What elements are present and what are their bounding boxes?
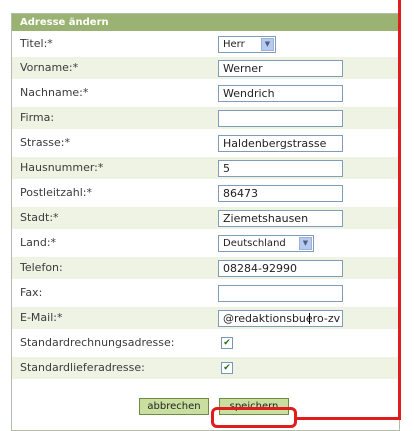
titel-label: Titel:*: [20, 37, 53, 50]
strasse-label: Strasse:*: [20, 136, 70, 149]
nachname-label: Nachname:*: [20, 86, 89, 99]
chevron-down-icon[interactable]: ▼: [299, 237, 312, 250]
stadt-label: Stadt:*: [20, 211, 59, 224]
stadt-input[interactable]: Ziemetshausen: [218, 210, 343, 227]
form-row-postleitzahl: Postleitzahl:* 86473: [12, 182, 399, 204]
highlight-pointer-line: [296, 417, 401, 420]
form-row-stadt: Stadt:* Ziemetshausen: [12, 207, 399, 229]
text-cursor: [309, 313, 310, 324]
hausnummer-input[interactable]: 5: [218, 160, 343, 177]
email-input[interactable]: @redaktionsbuero-zv: [218, 310, 343, 327]
hausnummer-label: Hausnummer:*: [20, 161, 104, 174]
form-row-land: Land:* Deutschland ▼: [12, 232, 399, 254]
standardlieferadresse-label: Standardlieferadresse:: [20, 361, 145, 374]
nachname-input[interactable]: Wendrich: [218, 85, 343, 102]
email-label: E-Mail:*: [20, 311, 63, 324]
standardrechnungsadresse-checkbox[interactable]: ✔: [221, 337, 233, 349]
chevron-down-icon[interactable]: ▼: [261, 38, 274, 51]
telefon-label: Telefon:: [20, 261, 63, 274]
standardlieferadresse-checkbox[interactable]: ✔: [221, 362, 233, 374]
firma-input[interactable]: [218, 110, 343, 127]
postleitzahl-label: Postleitzahl:*: [20, 186, 92, 199]
land-select-value: Deutschland: [223, 238, 286, 249]
firma-label: Firma:: [20, 111, 55, 124]
vorname-label: Vorname:*: [20, 61, 79, 74]
strasse-input[interactable]: Haldenbergstrasse: [218, 135, 343, 152]
postleitzahl-input[interactable]: 86473: [218, 185, 343, 202]
cancel-button[interactable]: abbrechen: [139, 398, 209, 415]
highlight-pointer-line: [398, 0, 401, 420]
form-row-standardrechnungsadresse: Standardrechnungsadresse: ✔: [12, 332, 399, 354]
form-row-vorname: Vorname:* Werner: [12, 57, 399, 79]
form-row-strasse: Strasse:* Haldenbergstrasse: [12, 132, 399, 154]
fax-label: Fax:: [20, 286, 43, 299]
form-title: Adresse ändern: [12, 14, 399, 31]
form-row-firma: Firma:: [12, 107, 399, 129]
email-input-value: @redaktionsbuero-zv: [223, 312, 341, 325]
telefon-input[interactable]: 08284-92990: [218, 260, 343, 277]
land-select[interactable]: Deutschland ▼: [218, 235, 314, 252]
standardrechnungsadresse-label: Standardrechnungsadresse:: [20, 336, 175, 349]
form-row-titel: Titel:* Herr ▼: [12, 33, 399, 55]
form-row-fax: Fax:: [12, 282, 399, 304]
form-row-email: E-Mail:* @redaktionsbuero-zv: [12, 307, 399, 329]
address-form-panel: Adresse ändern Titel:* Herr ▼ Vorname:* …: [11, 13, 400, 431]
titel-select[interactable]: Herr ▼: [218, 36, 276, 53]
vorname-input[interactable]: Werner: [218, 60, 343, 77]
form-row-hausnummer: Hausnummer:* 5: [12, 157, 399, 179]
save-button-highlight: [211, 407, 297, 428]
land-label: Land:*: [20, 236, 57, 249]
form-row-telefon: Telefon: 08284-92990: [12, 257, 399, 279]
titel-select-value: Herr: [223, 39, 245, 50]
fax-input[interactable]: [218, 285, 343, 302]
form-row-nachname: Nachname:* Wendrich: [12, 82, 399, 104]
form-row-standardlieferadresse: Standardlieferadresse: ✔: [12, 357, 399, 379]
